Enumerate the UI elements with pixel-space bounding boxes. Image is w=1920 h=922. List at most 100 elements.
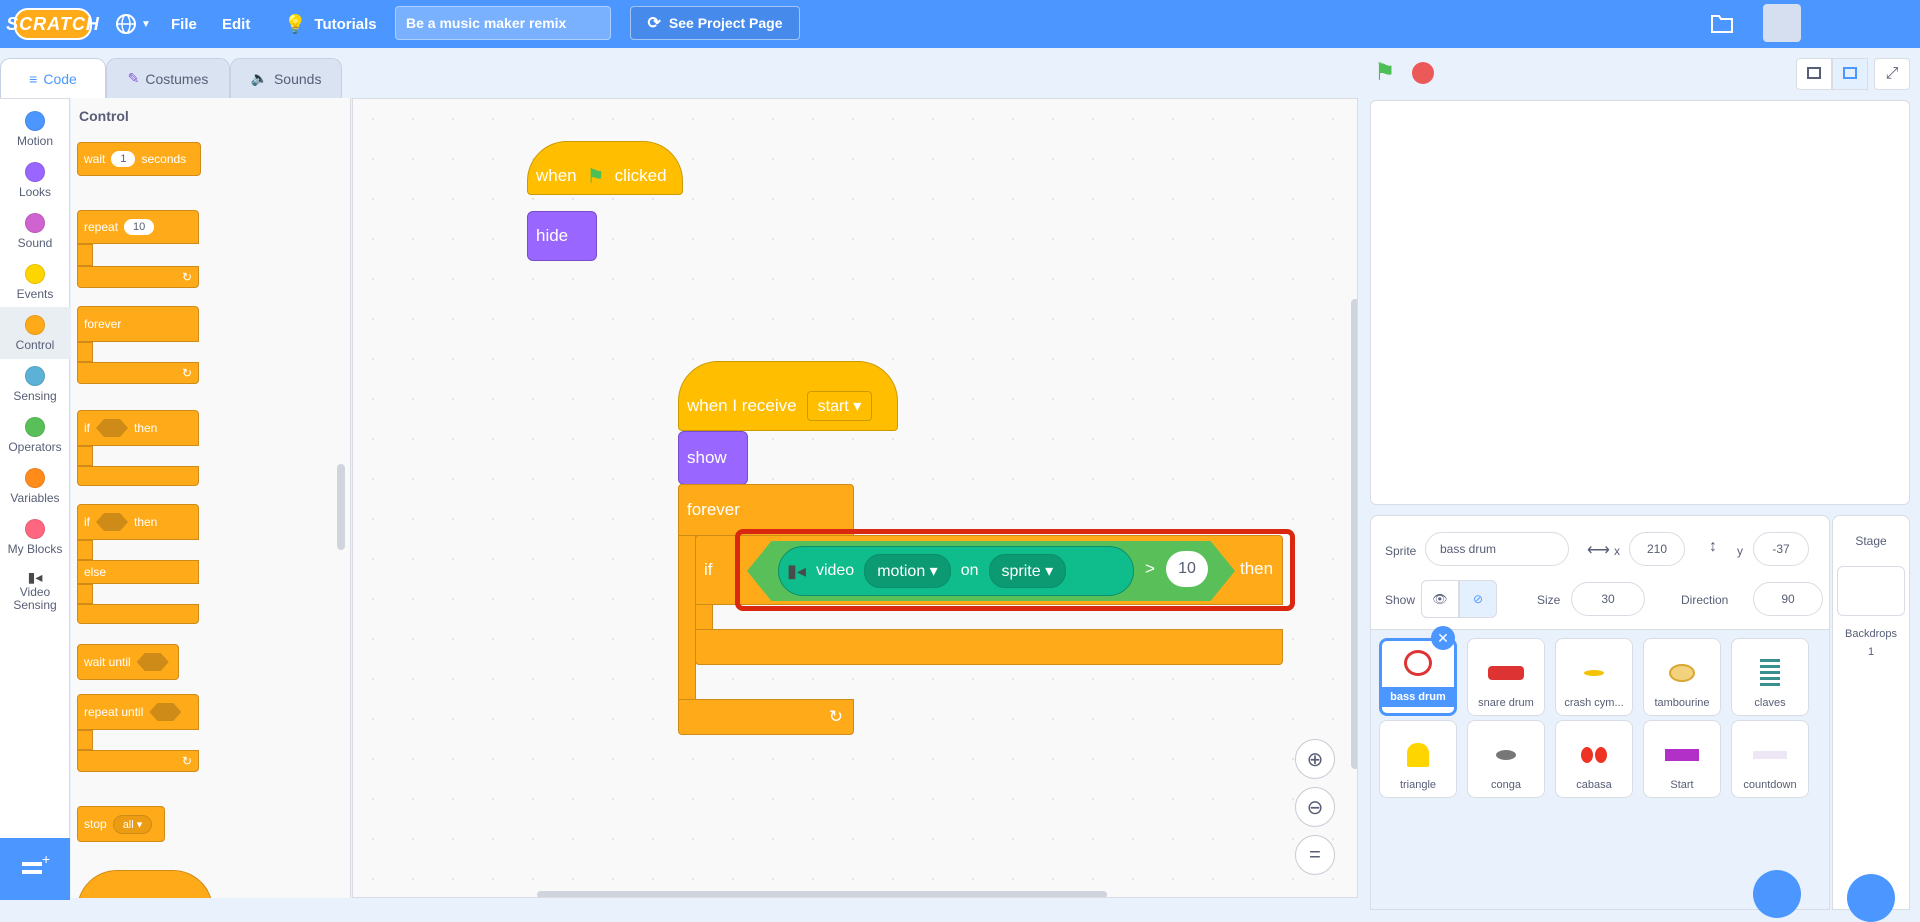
sprite-tile-snare-drum[interactable]: snare drum [1467,638,1545,716]
scratch-logo[interactable]: SCRATCH [6,8,99,40]
show-block[interactable]: show [678,431,748,485]
edit-menu[interactable]: Edit [222,0,250,48]
direction-input[interactable]: 90 [1753,582,1823,616]
repeat-block[interactable]: repeat 10 [77,210,199,244]
block-label: repeat [84,220,119,234]
sprite-tile-cabasa[interactable]: cabasa [1555,720,1633,798]
category-my-blocks[interactable]: My Blocks [0,511,70,563]
sprite-name: countdown [1743,779,1797,791]
workspace-horizontal-scrollbar[interactable] [537,891,1107,897]
condition-slot[interactable] [96,419,128,437]
category-label: Operators [8,440,62,454]
zoom-in-button[interactable]: ⊕ [1295,739,1335,779]
repeat-value-input[interactable]: 10 [124,219,155,235]
bass-drum-thumbnail [1398,645,1438,681]
maracas-thumbnail [1574,737,1614,773]
category-label: Variables [10,491,60,505]
show-hidden-button[interactable]: ⊘ [1459,580,1497,618]
when-start-as-clone-block[interactable] [77,870,213,898]
x-position-input[interactable]: 210 [1629,532,1685,566]
sprite-tile-crash-cymbal[interactable]: crash cym... [1555,638,1633,716]
events-dot-icon [25,264,45,284]
stage-selector[interactable]: Stage Backdrops 1 [1832,515,1910,922]
stop-button[interactable] [1412,62,1434,84]
sprite-tile-conga[interactable]: conga [1467,720,1545,798]
repeat-until-block[interactable]: repeat until [77,694,199,730]
tutorials-menu[interactable]: 💡 Tutorials [284,0,377,48]
project-title-input[interactable]: Be a music maker remix [395,6,611,40]
wait-block[interactable]: wait 1 seconds [77,142,201,176]
hide-block[interactable]: hide [527,211,597,261]
fullscreen-button[interactable]: ⤢ [1874,58,1910,90]
condition-slot[interactable] [96,513,128,531]
repeat-block-foot: ↻ [77,266,199,288]
add-backdrop-button[interactable] [1847,874,1895,922]
sprite-tile-tambourine[interactable]: tambourine [1643,638,1721,716]
condition-slot[interactable] [149,703,182,721]
category-operators[interactable]: Operators [0,409,70,461]
green-flag-button[interactable]: ⚑ [1374,58,1396,87]
category-control[interactable]: Control [0,307,70,359]
palette-scrollbar[interactable] [337,464,345,550]
stop-dropdown[interactable]: all ▾ [112,814,153,834]
add-sprite-button[interactable] [1753,870,1801,918]
language-menu[interactable]: ▼ [115,0,151,48]
add-extension-button[interactable]: + [0,838,70,900]
small-stage-button[interactable] [1796,58,1832,90]
category-events[interactable]: Events [0,256,70,308]
category-sensing[interactable]: Sensing [0,358,70,410]
when-flag-clicked-block[interactable]: when ⚑ clicked [527,141,683,195]
sprite-tile-triangle[interactable]: triangle [1379,720,1457,798]
if-else-block[interactable]: if then [77,504,199,540]
sensing-dot-icon [25,366,45,386]
normal-stage-button[interactable] [1832,58,1868,90]
y-position-input[interactable]: -37 [1753,532,1809,566]
if-foot [695,629,1283,665]
workspace-vertical-scrollbar[interactable] [1351,299,1357,769]
size-input[interactable]: 30 [1571,582,1645,616]
y-label: y [1737,544,1743,558]
tab-costumes[interactable]: ✎ Costumes [106,58,230,98]
sprite-tile-start[interactable]: Start [1643,720,1721,798]
backdrops-count: 1 [1867,646,1875,658]
if-block-arm [77,446,93,466]
brush-icon: ✎ [127,70,140,86]
show-visible-button[interactable]: 👁 [1421,580,1459,618]
category-sound[interactable]: Sound [0,205,70,257]
see-project-button[interactable]: ⟳ See Project Page [630,6,800,40]
tab-sounds[interactable]: 🔈 Sounds [230,58,342,98]
globe-icon [116,14,136,34]
my-blocks-dot-icon [25,519,45,539]
condition-slot[interactable] [136,653,169,671]
when-i-receive-block[interactable]: when I receive start ▾ [678,361,898,431]
wait-until-block[interactable]: wait until [77,644,179,680]
stop-block[interactable]: stop all ▾ [77,806,165,842]
x-arrows-icon: ⟷ [1587,542,1610,559]
zoom-reset-button[interactable]: = [1295,835,1335,875]
avatar[interactable] [1763,4,1801,42]
sprite-tile-countdown[interactable]: countdown [1731,720,1809,798]
file-menu[interactable]: File [171,0,197,48]
category-variables[interactable]: Variables [0,460,70,512]
category-motion[interactable]: Motion [0,103,70,155]
folder-icon[interactable] [1710,12,1734,34]
sprite-tile-claves[interactable]: claves [1731,638,1809,716]
add-extension-icon: + [22,851,50,874]
forever-block-arm [77,342,93,362]
if-then-block[interactable]: if then [77,410,199,446]
block-label: hide [536,226,569,245]
sprite-name-input[interactable]: bass drum [1425,532,1569,566]
zoom-out-button[interactable]: ⊖ [1295,787,1335,827]
script-workspace[interactable]: when ⚑ clicked hide when I receive start… [352,98,1358,898]
block-label: if [704,560,713,579]
category-video-sensing[interactable]: ▮◂ Video Sensing [0,565,70,625]
message-dropdown[interactable]: start ▾ [806,391,873,421]
category-label: Control [15,338,55,352]
category-looks[interactable]: Looks [0,154,70,206]
forever-block[interactable]: forever [77,306,199,342]
stage-canvas[interactable] [1370,100,1910,505]
delete-sprite-button[interactable]: ✕ [1431,626,1455,650]
trash-icon: ✕ [1437,629,1449,646]
tab-code[interactable]: ≡ Code [0,58,106,98]
wait-value-input[interactable]: 1 [111,151,136,167]
